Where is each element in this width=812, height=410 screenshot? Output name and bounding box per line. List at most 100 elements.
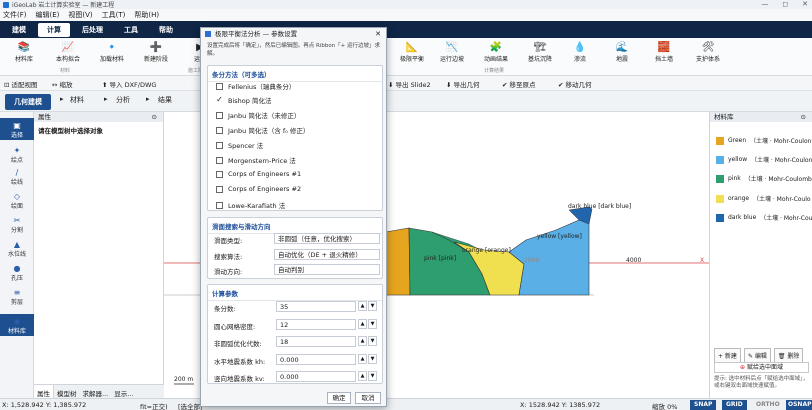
- material-item[interactable]: orange （土壤 · Mohr-Coulo: [716, 194, 811, 203]
- tool-point[interactable]: ✦ 绘点: [0, 146, 34, 164]
- snap-toggle[interactable]: SNAP: [690, 400, 717, 410]
- pin-icon[interactable]: ⊙: [152, 112, 157, 122]
- import-dxf-button[interactable]: ⬆ 导入 DXF/DWG: [102, 79, 156, 89]
- material-item[interactable]: dark blue （土壤 · Mohr-Coul: [716, 213, 812, 222]
- ortho-toggle[interactable]: ORTHO: [752, 400, 784, 410]
- menu-file[interactable]: 文件(F): [3, 10, 27, 20]
- spin-up-icon[interactable]: ▲: [358, 319, 367, 329]
- export-geometry-button[interactable]: ⬇ 导出几何: [446, 79, 480, 89]
- ribbon-animate-results-button[interactable]: 🧩 动画结果: [476, 41, 516, 63]
- method-checkbox[interactable]: Corps of Engineers #1: [216, 170, 301, 178]
- tool-line[interactable]: ∕ 绘线: [0, 168, 34, 186]
- ribbon-pit-settlement-button[interactable]: 🏗 基坑沉降: [520, 41, 560, 63]
- export-slide2-button[interactable]: ⬇ 导出 Slide2: [388, 79, 431, 89]
- maximize-button[interactable]: ◻: [782, 0, 788, 8]
- spin-up-icon[interactable]: ▲: [358, 354, 367, 364]
- checkbox-box: [216, 156, 223, 164]
- osnap-toggle[interactable]: OSNAP: [786, 400, 812, 410]
- method-checkbox[interactable]: Janbu 简化法（未修正）: [216, 110, 300, 120]
- menu-edit[interactable]: 编辑(E): [36, 10, 60, 20]
- method-checkbox[interactable]: Morgenstern-Price 法: [216, 155, 296, 165]
- nav-material[interactable]: 材料: [70, 95, 84, 105]
- region-green[interactable]: [385, 227, 411, 296]
- menu-view[interactable]: 视图(V): [68, 10, 92, 20]
- assign-label: 赋给选中面域: [746, 364, 783, 371]
- delete-material-button[interactable]: 🗑 删除: [773, 348, 804, 363]
- search-algorithm-select[interactable]: 自动优化（DE + 退火精修）: [274, 249, 380, 260]
- spin-up-icon[interactable]: ▲: [358, 371, 367, 381]
- tool-select[interactable]: ▣ 选择: [0, 118, 34, 140]
- tab-help[interactable]: 帮助: [150, 23, 182, 37]
- method-checkbox[interactable]: ✓ Bishop 简化法: [216, 95, 271, 105]
- edit-material-button[interactable]: ✎ 编辑: [743, 348, 771, 363]
- tab-tools[interactable]: 工具: [115, 23, 147, 37]
- ribbon-new-stage-button[interactable]: ➕ 新建阶段: [136, 41, 176, 63]
- tool-pore-pressure[interactable]: ● 孔压: [0, 264, 34, 282]
- pin-icon[interactable]: ⊙: [801, 112, 806, 122]
- spin-down-icon[interactable]: ▼: [368, 371, 377, 381]
- slide-direction-select[interactable]: 自动判别: [274, 264, 380, 275]
- tab-modeling[interactable]: 建模: [3, 23, 35, 37]
- zoom-button[interactable]: ↔ 缩放: [52, 79, 73, 89]
- minimize-button[interactable]: —: [761, 0, 768, 8]
- slices-input[interactable]: 35: [276, 301, 356, 312]
- method-checkbox[interactable]: Janbu 简化法（含 f₀ 修正）: [216, 125, 309, 135]
- ribbon-limit-equilibrium-button[interactable]: 📐 极限平衡: [392, 41, 432, 63]
- ok-button[interactable]: 确定: [327, 392, 351, 404]
- material-item[interactable]: yellow （土壤 · Mohr-Coulon: [716, 155, 812, 164]
- spin-down-icon[interactable]: ▼: [368, 336, 377, 346]
- ribbon-constitutive-fit-button[interactable]: 📈 本构拟合: [48, 41, 88, 63]
- move-geometry-button[interactable]: ✔ 移动几何: [558, 79, 592, 89]
- method-checkbox[interactable]: Corps of Engineers #2: [216, 185, 301, 193]
- spin-down-icon[interactable]: ▼: [368, 319, 377, 329]
- ribbon-retaining-wall-button[interactable]: 🧱 挡土墙: [644, 41, 684, 63]
- grid-toggle[interactable]: GRID: [722, 400, 747, 410]
- dialog-close-button[interactable]: ✕: [375, 28, 381, 40]
- nav-geometry[interactable]: 几何建模: [5, 94, 51, 110]
- spin-up-icon[interactable]: ▲: [358, 336, 367, 346]
- kh-input[interactable]: 0.000: [276, 354, 356, 365]
- ribbon-run-slope-button[interactable]: 📉 运行边坡: [432, 41, 472, 63]
- ribbon-support-system-button[interactable]: 🛠 支护体系: [688, 41, 728, 63]
- assign-material-button[interactable]: ⊕ 赋给选中面域: [714, 362, 809, 373]
- spin-up-icon[interactable]: ▲: [358, 301, 367, 311]
- kv-input[interactable]: 0.000: [276, 371, 356, 382]
- spin-down-icon[interactable]: ▼: [368, 301, 377, 311]
- tool-water-line[interactable]: ▲ 水位线: [0, 240, 34, 258]
- ribbon-material-library-button[interactable]: 📚 材料库: [4, 41, 44, 63]
- tab-properties[interactable]: 属性: [34, 385, 54, 398]
- tool-polygon[interactable]: ◇ 绘面: [0, 192, 34, 210]
- fit-view-button[interactable]: ⊡ 适配视图: [4, 79, 38, 89]
- method-checkbox[interactable]: Fellenius（瑞典条分）: [216, 81, 295, 91]
- ribbon-seepage-button[interactable]: 💧 渗流: [560, 41, 600, 63]
- region-yellow[interactable]: [508, 211, 590, 296]
- close-button[interactable]: ✕: [802, 0, 808, 8]
- ribbon-earthquake-button[interactable]: 🌊 地震: [602, 41, 642, 63]
- menu-tools[interactable]: 工具(T): [102, 10, 126, 20]
- move-to-origin-button[interactable]: ✔ 移至原点: [502, 79, 536, 89]
- tool-split[interactable]: ✂ 分割: [0, 216, 34, 234]
- method-checkbox[interactable]: Lowe-Karafiath 法: [216, 200, 285, 210]
- tab-model-tree[interactable]: 模型树: [54, 385, 80, 398]
- grid-density-input[interactable]: 12: [276, 319, 356, 330]
- ribbon-load-material-button[interactable]: 🔹 加载材料: [92, 41, 132, 63]
- spin-down-icon[interactable]: ▼: [368, 354, 377, 364]
- nav-results[interactable]: 结果: [158, 95, 172, 105]
- new-material-button[interactable]: + 新建: [714, 348, 741, 363]
- water-icon: ▲: [13, 240, 21, 249]
- cancel-button[interactable]: 取消: [355, 392, 381, 404]
- material-item[interactable]: Green （土壤 · Mohr-Coulon: [716, 136, 811, 145]
- tab-compute[interactable]: 计算: [38, 22, 70, 37]
- menu-help[interactable]: 帮助(H): [134, 10, 159, 20]
- toolbar-label: 移至原点: [509, 81, 536, 89]
- method-checkbox[interactable]: Spencer 法: [216, 140, 263, 150]
- generations-input[interactable]: 18: [276, 336, 356, 347]
- slip-type-select[interactable]: 非圆弧（任意，优化搜索）: [274, 233, 380, 244]
- tab-solver[interactable]: 求解器...: [80, 385, 112, 398]
- tool-material-library[interactable]: ◉ 材料库: [0, 314, 34, 336]
- material-item[interactable]: pink （土壤 · Mohr-Coulomb: [716, 174, 812, 183]
- nav-analysis[interactable]: 分析: [116, 95, 130, 105]
- tool-shear-layer[interactable]: ≡ 剪层: [0, 288, 34, 306]
- tab-postprocess[interactable]: 后处理: [73, 23, 112, 37]
- tab-display[interactable]: 显示...: [111, 385, 136, 398]
